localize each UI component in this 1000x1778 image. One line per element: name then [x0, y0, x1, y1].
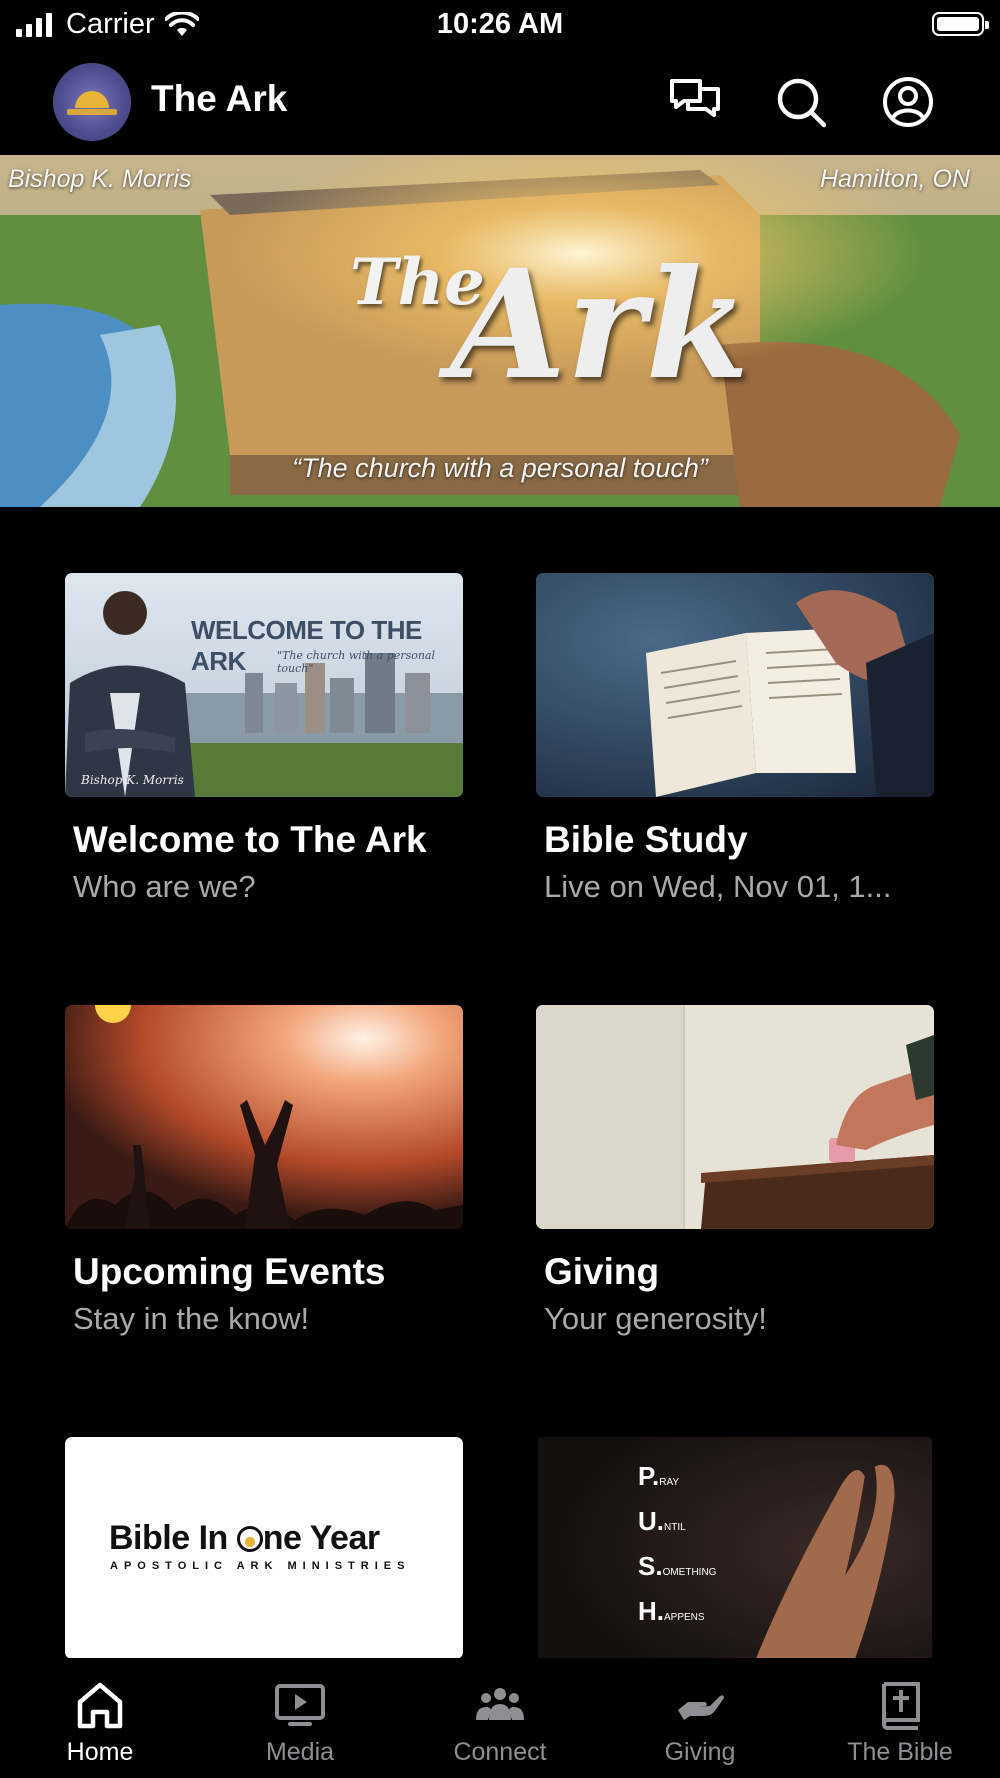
tab-home-label: Home	[66, 1738, 134, 1766]
card-welcome-title: Welcome to The Ark	[73, 819, 427, 860]
push-line-s: S.OMETHING	[638, 1551, 717, 1581]
bioy-text-before: Bible In	[109, 1519, 237, 1557]
hero-right-caption: Hamilton, ON	[819, 165, 970, 193]
home-icon	[74, 1680, 126, 1732]
card-bible-in-one-year[interactable]: Bible In ne Year APOSTOLIC ARK MINISTRIE…	[65, 1437, 463, 1659]
card-bible-study-title: Bible Study	[544, 819, 748, 860]
status-bar: Carrier 10:26 AM	[0, 0, 1000, 52]
tab-media-label: Media	[265, 1738, 335, 1766]
bible-icon	[874, 1680, 926, 1732]
chat-icon[interactable]	[668, 75, 722, 129]
card-welcome-image-signature: Bishop K. Morris	[81, 773, 184, 787]
card-welcome-image: WELCOME TO THE ARK "The church with a pe…	[65, 573, 463, 797]
connect-icon	[474, 1680, 526, 1732]
card-upcoming-events-image	[65, 1005, 463, 1229]
card-upcoming-events[interactable]: Upcoming Events Stay in the know!	[65, 1005, 463, 1337]
tab-the-bible-label: The Bible	[847, 1738, 953, 1766]
push-line-p: P.RAY	[638, 1461, 680, 1491]
card-bible-study-subtitle: Live on Wed, Nov 01, 1...	[544, 869, 892, 904]
push-acronym: P.RAY U.NTIL S.OMETHING H.APPENS	[638, 1457, 716, 1637]
card-upcoming-events-title: Upcoming Events	[73, 1251, 386, 1292]
tab-giving[interactable]: Giving	[600, 1658, 800, 1778]
hero-banner[interactable]: Bishop K. Morris Hamilton, ON The Ark “T…	[0, 155, 1000, 507]
profile-icon[interactable]	[881, 75, 935, 129]
bioy-text-after: ne Year	[262, 1519, 380, 1557]
tab-home[interactable]: Home	[0, 1658, 200, 1778]
tab-media[interactable]: Media	[200, 1658, 400, 1778]
card-upcoming-events-subtitle: Stay in the know!	[73, 1301, 310, 1336]
bioy-subtext: APOSTOLIC ARK MINISTRIES	[110, 1560, 411, 1572]
hero-left-caption: Bishop K. Morris	[8, 165, 192, 193]
giving-icon	[674, 1680, 726, 1732]
card-bible-study[interactable]: Bible Study Live on Wed, Nov 01, 1...	[536, 573, 934, 905]
status-time: 10:26 AM	[436, 8, 564, 40]
tab-connect[interactable]: Connect	[400, 1658, 600, 1778]
church-logo[interactable]	[53, 63, 131, 141]
card-giving-title: Giving	[544, 1251, 660, 1292]
tab-connect-label: Connect	[453, 1738, 547, 1766]
search-icon[interactable]	[774, 75, 828, 129]
app-title: The Ark	[151, 78, 288, 119]
card-push[interactable]: P.RAY U.NTIL S.OMETHING H.APPENS	[536, 1437, 934, 1659]
tab-the-bible[interactable]: The Bible	[800, 1658, 1000, 1778]
card-welcome-image-tagline: "The church with a personal touch"	[277, 649, 436, 675]
card-giving-subtitle: Your generosity!	[544, 1301, 767, 1336]
push-line-h: H.APPENS	[638, 1596, 705, 1626]
card-welcome-subtitle: Who are we?	[73, 869, 256, 904]
bioy-logo-icon	[236, 1526, 263, 1552]
push-line-u: U.NTIL	[638, 1506, 686, 1536]
tab-giving-label: Giving	[664, 1738, 736, 1766]
app-header: The Ark	[0, 55, 1000, 155]
hero-logo-large: Ark	[450, 237, 750, 413]
tab-bar: Home Media Connect Giving The Bible	[0, 1658, 1000, 1778]
card-giving-image	[536, 1005, 934, 1229]
card-bible-in-one-year-image: Bible In ne Year APOSTOLIC ARK MINISTRIE…	[65, 1437, 463, 1659]
card-giving[interactable]: Giving Your generosity!	[536, 1005, 934, 1337]
card-bible-study-image	[536, 573, 934, 797]
hero-tagline: “The church with a personal touch”	[292, 453, 708, 483]
card-welcome[interactable]: WELCOME TO THE ARK "The church with a pe…	[65, 573, 463, 905]
media-icon	[274, 1680, 326, 1732]
battery-icon	[932, 12, 989, 36]
card-push-image: P.RAY U.NTIL S.OMETHING H.APPENS	[536, 1437, 934, 1659]
